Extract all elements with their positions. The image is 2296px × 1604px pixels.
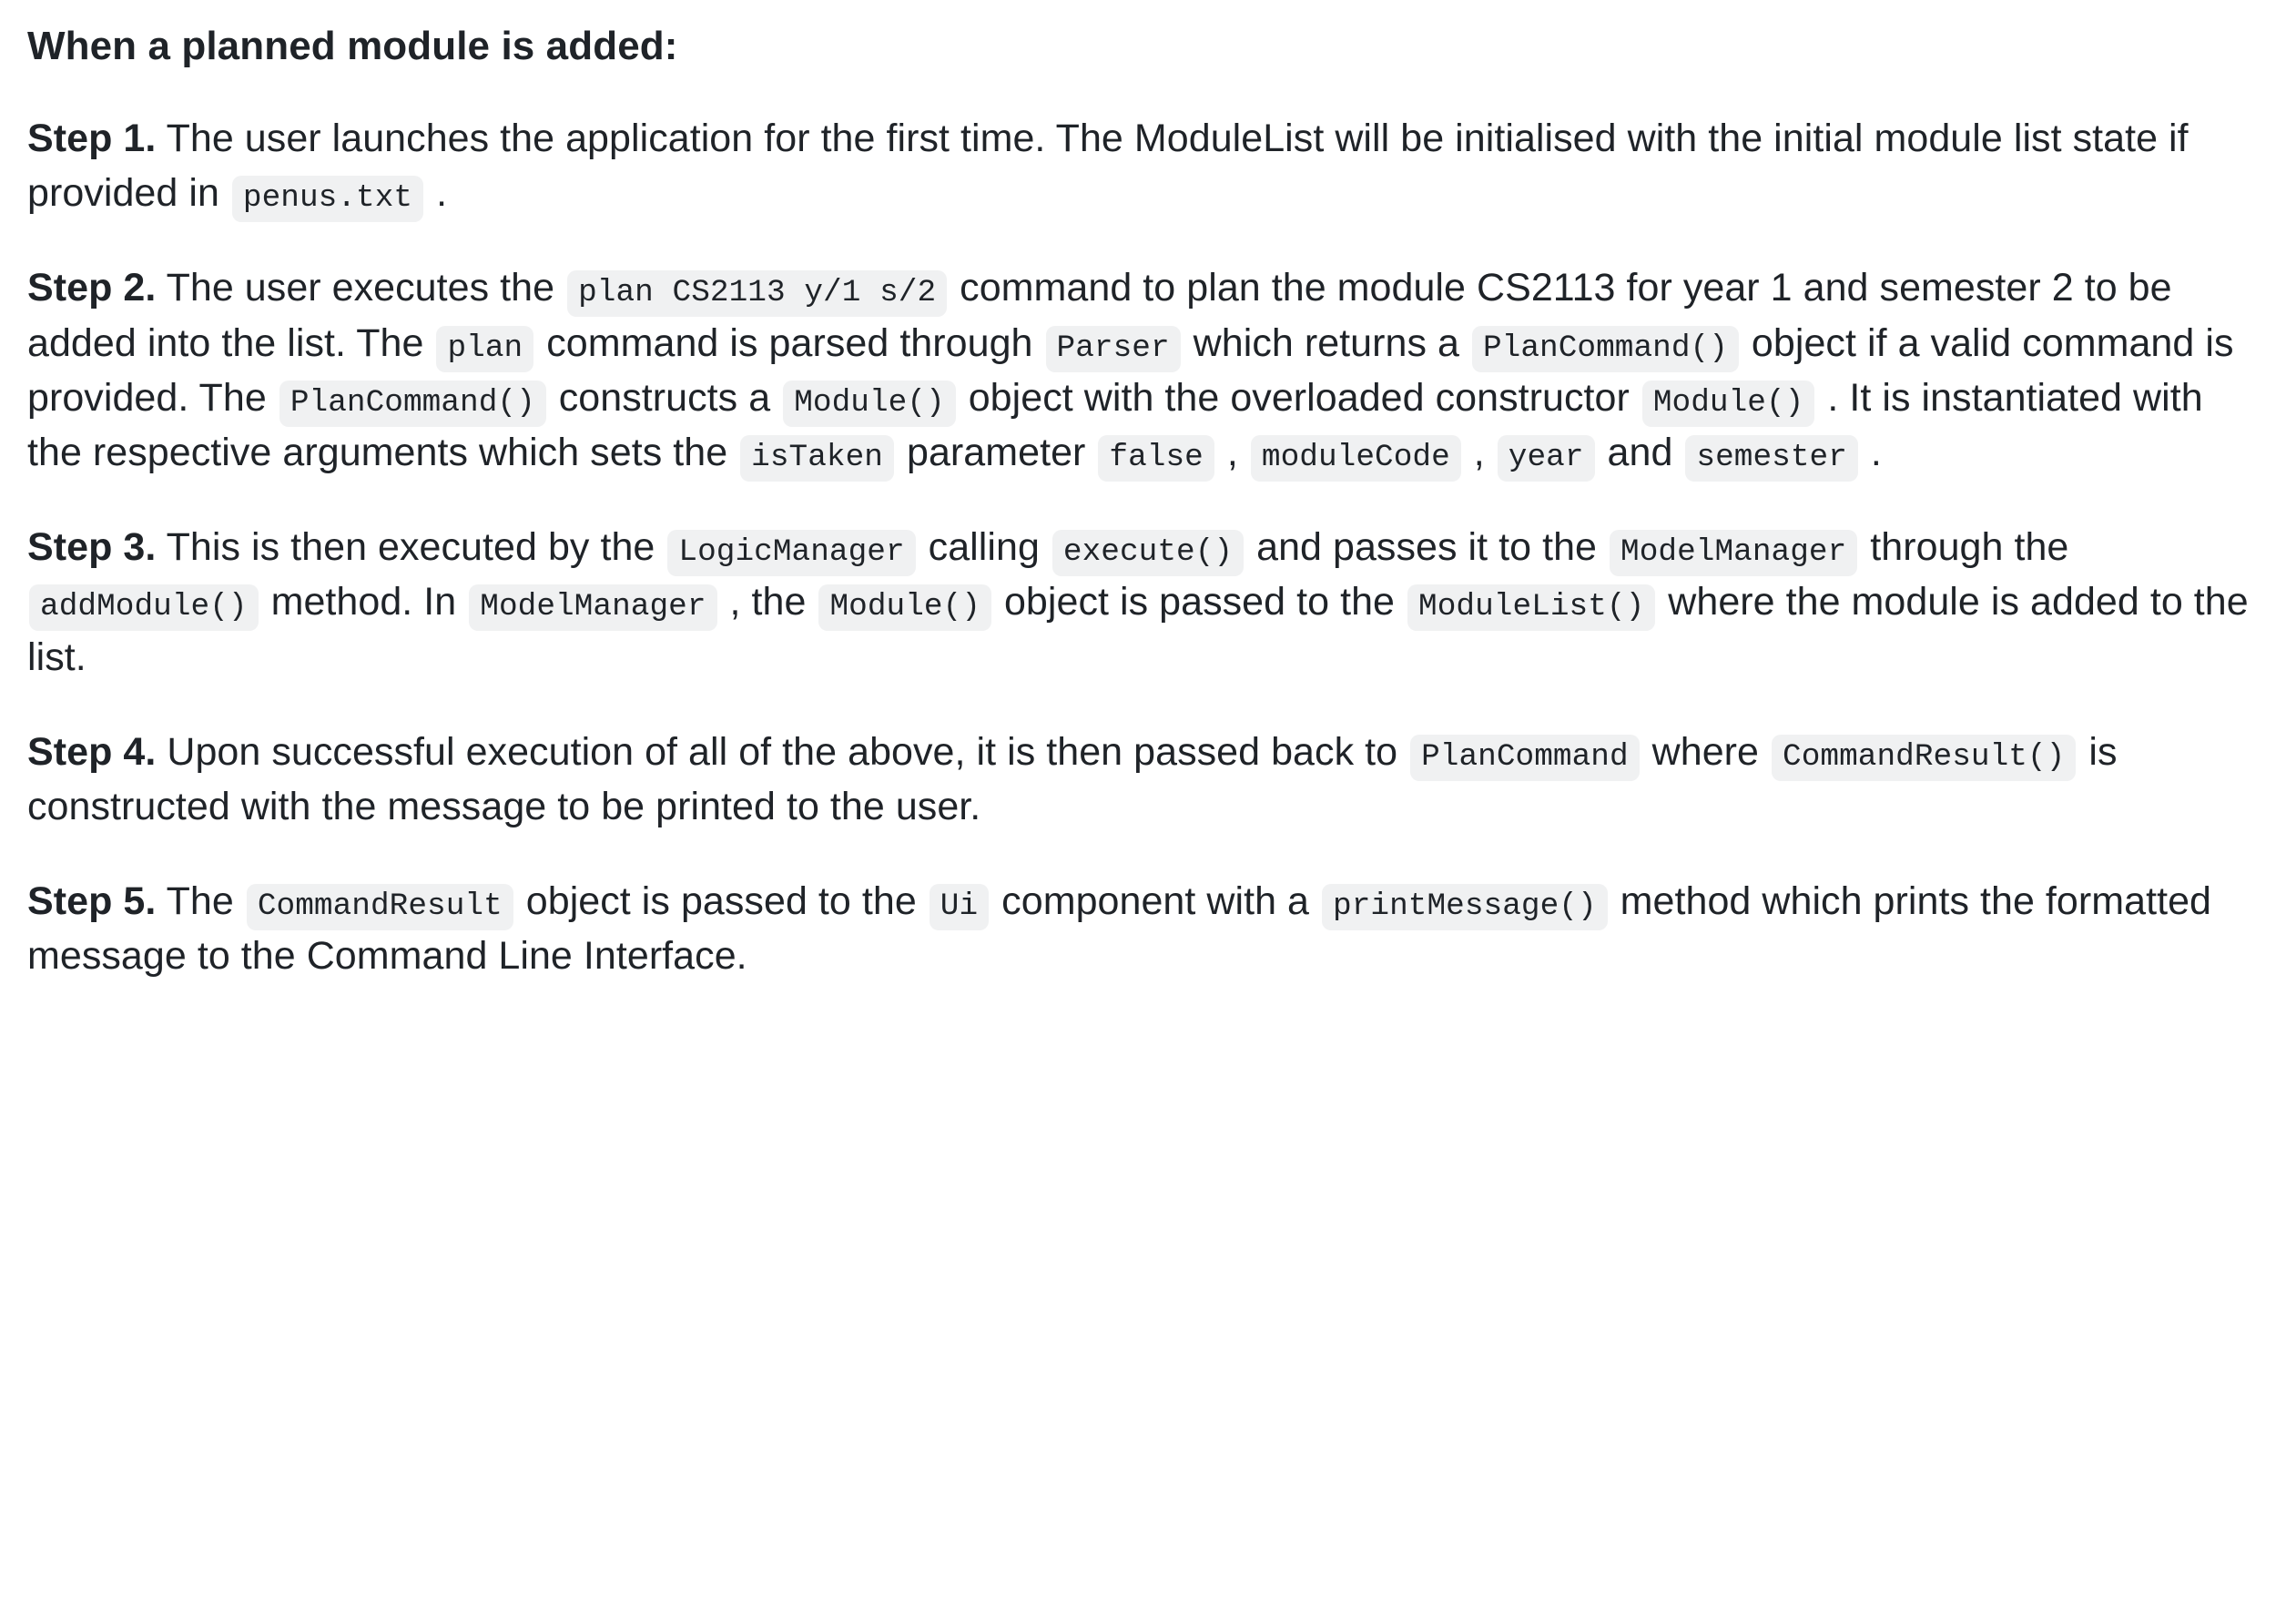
inline-code: CommandResult() [1772, 734, 2077, 781]
inline-code: Module() [783, 380, 956, 427]
page-title: When a planned module is added: [27, 24, 678, 68]
step-label: Step 5. [27, 879, 157, 924]
step-text: component with a [991, 879, 1321, 924]
step-body: This is then executed by the LogicManage… [27, 525, 2249, 678]
step-text: which returns a [1182, 320, 1470, 365]
step-label: Step 4. [27, 729, 157, 774]
step-body: The user launches the application for th… [27, 117, 2189, 223]
inline-code: isTaken [740, 435, 894, 482]
step-text: , the [718, 580, 818, 624]
inline-code: ModelManager [1610, 530, 1858, 577]
step-text: This is then executed by the [156, 525, 666, 570]
step-text: and passes it to the [1245, 525, 1609, 570]
inline-code: LogicManager [667, 530, 916, 577]
step-text: Upon successful execution of all of the … [156, 729, 1409, 774]
inline-code: year [1497, 435, 1595, 482]
inline-code: Module() [818, 584, 991, 632]
inline-code: PlanCommand [1410, 734, 1640, 781]
step-text: . [425, 171, 448, 216]
step-text: where [1641, 729, 1771, 774]
document-page: When a planned module is added: Step 1. … [0, 0, 2296, 1604]
inline-code: plan CS2113 y/1 s/2 [567, 270, 948, 318]
step-paragraph: Step 1. The user launches the applicatio… [27, 111, 2263, 223]
step-paragraph: Step 2. The user executes the plan CS211… [27, 260, 2263, 482]
step-text: method. In [259, 580, 468, 624]
step-body: The user executes the plan CS2113 y/1 s/… [27, 266, 2234, 482]
step-paragraph: Step 4. Upon successful execution of all… [27, 725, 2263, 834]
step-text: parameter [896, 431, 1097, 475]
inline-code: Ui [929, 884, 990, 931]
step-text: constructs a [547, 375, 782, 420]
step-text: object is passed to the [992, 580, 1406, 624]
step-body: Upon successful execution of all of the … [27, 730, 2118, 828]
inline-code: printMessage() [1322, 884, 1608, 931]
inline-code: ModuleList() [1407, 584, 1656, 632]
inline-code: PlanCommand() [279, 380, 546, 427]
step-label: Step 1. [27, 117, 157, 161]
inline-code: semester [1685, 435, 1858, 482]
step-text: . [1859, 431, 1882, 475]
inline-code: CommandResult [246, 884, 513, 931]
step-text: object is passed to the [514, 879, 928, 924]
steps-container: Step 1. The user launches the applicatio… [27, 111, 2263, 983]
inline-code: Module() [1641, 380, 1815, 427]
inline-code: addModule() [29, 584, 259, 632]
inline-code: plan [436, 325, 534, 372]
step-text: and [1596, 431, 1684, 475]
step-text: calling [917, 525, 1051, 570]
inline-code: execute() [1051, 530, 1245, 577]
step-text: The [156, 879, 245, 924]
inline-code: false [1098, 435, 1214, 482]
step-text: through the [1859, 525, 2069, 570]
inline-code: moduleCode [1250, 435, 1461, 482]
inline-code: PlanCommand() [1471, 325, 1739, 372]
inline-code: penus.txt [231, 176, 424, 223]
step-paragraph: Step 5. The CommandResult object is pass… [27, 874, 2263, 983]
inline-code: Parser [1045, 325, 1181, 372]
step-text: command is parsed through [535, 320, 1044, 365]
step-label: Step 2. [27, 266, 157, 310]
step-text: , [1215, 431, 1249, 475]
step-text: object with the overloaded constructor [957, 375, 1641, 420]
inline-code: ModelManager [469, 584, 717, 632]
step-body: The CommandResult object is passed to th… [27, 879, 2211, 978]
step-label: Step 3. [27, 525, 157, 570]
step-paragraph: Step 3. This is then executed by the Log… [27, 520, 2263, 685]
step-text: , [1462, 431, 1496, 475]
step-text: The user executes the [156, 266, 566, 310]
